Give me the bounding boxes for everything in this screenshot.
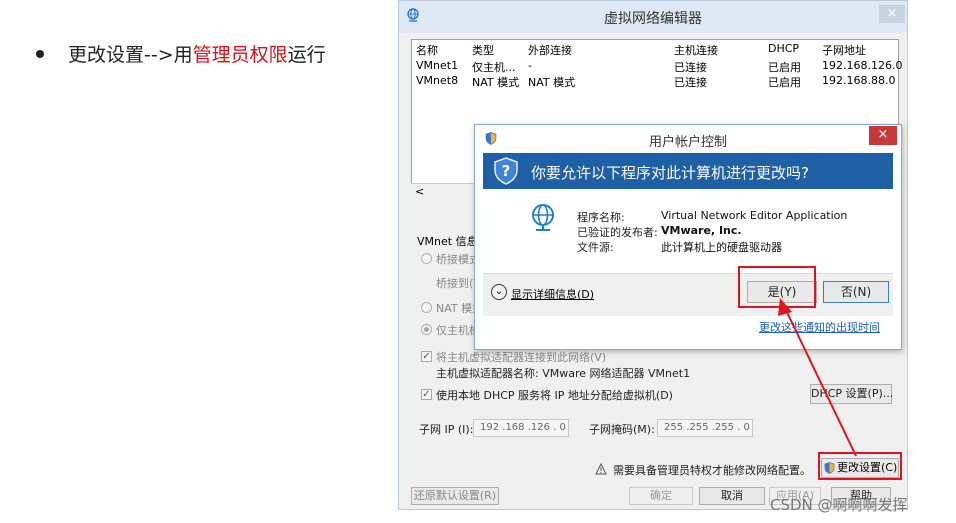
warning-icon [595,463,607,475]
use-dhcp-label: 使用本地 DHCP 服务将 IP 地址分配给虚拟机(D) [436,389,673,402]
publisher-label: 已验证的发布者: [577,226,658,239]
cell-host: 已连接 [674,61,707,74]
cell-name: VMnet1 [416,59,459,72]
subnet-ip-label: 子网 IP (I): [419,423,474,436]
subnet-mask-input[interactable]: 255 .255 .255 . 0 [657,419,753,437]
cell-subnet: 192.168.88.0 [822,74,896,87]
nat-mode-radio[interactable] [421,302,432,313]
col-dhcp-header[interactable]: DHCP [768,42,799,55]
table-row[interactable]: VMnet1 仅主机... - 已连接 已启用 192.168.126.0 [412,59,902,74]
cell-name: VMnet8 [416,74,459,87]
scroll-left-arrow[interactable]: < [415,185,424,198]
use-dhcp-checkbox[interactable]: ✓ [421,389,432,400]
cell-external: NAT 模式 [528,76,576,89]
list-header: 名称 类型 外部连接 主机连接 DHCP 子网地址 [412,42,898,57]
instruction-prefix: 更改设置-->用 [68,44,193,66]
uac-question: 你要允许以下程序对此计算机进行更改吗? [531,164,809,182]
subnet-mask-label: 子网掩码(M): [589,423,655,436]
col-subnet-header[interactable]: 子网地址 [822,42,866,58]
uac-large-shield-icon: ? [494,157,518,185]
admin-notice-text: 需要具备管理员特权才能修改网络配置。 [613,464,811,477]
bridge-mode-radio[interactable] [421,253,432,264]
cell-dhcp: 已启用 [768,61,801,74]
vne-close-button[interactable]: × [879,5,905,23]
host-only-radio[interactable] [421,324,432,335]
instruction-suffix: 运行 [287,44,326,66]
bullet-dot [36,49,44,58]
program-name-label: 程序名称: [577,211,625,224]
publisher-value: VMware, Inc. [661,224,742,237]
cell-host: 已连接 [674,76,707,89]
annotation-arrow [778,298,857,457]
cell-type: 仅主机... [472,61,516,74]
globe-icon [532,204,554,231]
cell-dhcp: 已启用 [768,76,801,89]
uac-close-button[interactable]: × [869,126,897,145]
cell-type: NAT 模式 [472,76,520,89]
connect-adapter-checkbox[interactable]: ✓ [421,351,432,362]
file-source-value: 此计算机上的硬盘驱动器 [661,241,782,254]
col-type-header[interactable]: 类型 [472,42,494,58]
uac-title-bar: 用户帐户控制 × [475,125,901,153]
restore-defaults-button[interactable]: 还原默认设置(R) [411,487,499,505]
table-row[interactable]: VMnet8 NAT 模式 NAT 模式 已连接 已启用 192.168.88.… [412,74,898,89]
uac-program-info: 程序名称: Virtual Network Editor Application… [483,189,893,273]
vmnet-info-label: VMnet 信息 [417,235,478,248]
cell-external: - [528,59,532,72]
svg-text:?: ? [502,162,511,180]
program-name-value: Virtual Network Editor Application [661,209,848,222]
csdn-watermark: CSDN @啊啊啊发挥 [770,496,908,514]
col-external-header[interactable]: 外部连接 [528,42,572,58]
list-horizontal-scrollbar[interactable]: < [411,183,481,200]
chevron-down-icon[interactable]: ⌄ [491,284,507,300]
vne-title-bar: 虚拟网络编辑器 × [399,1,907,33]
cell-subnet: 192.168.126.0 [822,59,903,72]
vne-title: 虚拟网络编辑器 [604,11,702,27]
file-source-label: 文件源: [577,241,614,254]
show-details-link[interactable]: 显示详细信息(D) [511,286,594,302]
instruction-line: 更改设置-->用管理员权限运行 [36,40,326,67]
subnet-ip-input[interactable]: 192 .168 .126 . 0 [473,419,569,437]
cancel-button[interactable]: 取消 [699,487,765,505]
col-host-header[interactable]: 主机连接 [674,42,718,58]
connect-adapter-label: 将主机虚拟适配器连接到此网络(V) [436,351,607,364]
instruction-highlight: 管理员权限 [192,44,288,66]
uac-question-band: ? 你要允许以下程序对此计算机进行更改吗? [483,153,893,189]
adapter-name-text: 主机虚拟适配器名称: VMware 网络适配器 VMnet1 [436,367,691,380]
col-name-header[interactable]: 名称 [416,42,438,58]
ok-button[interactable]: 确定 [629,487,693,505]
uac-title: 用户帐户控制 [648,135,727,150]
